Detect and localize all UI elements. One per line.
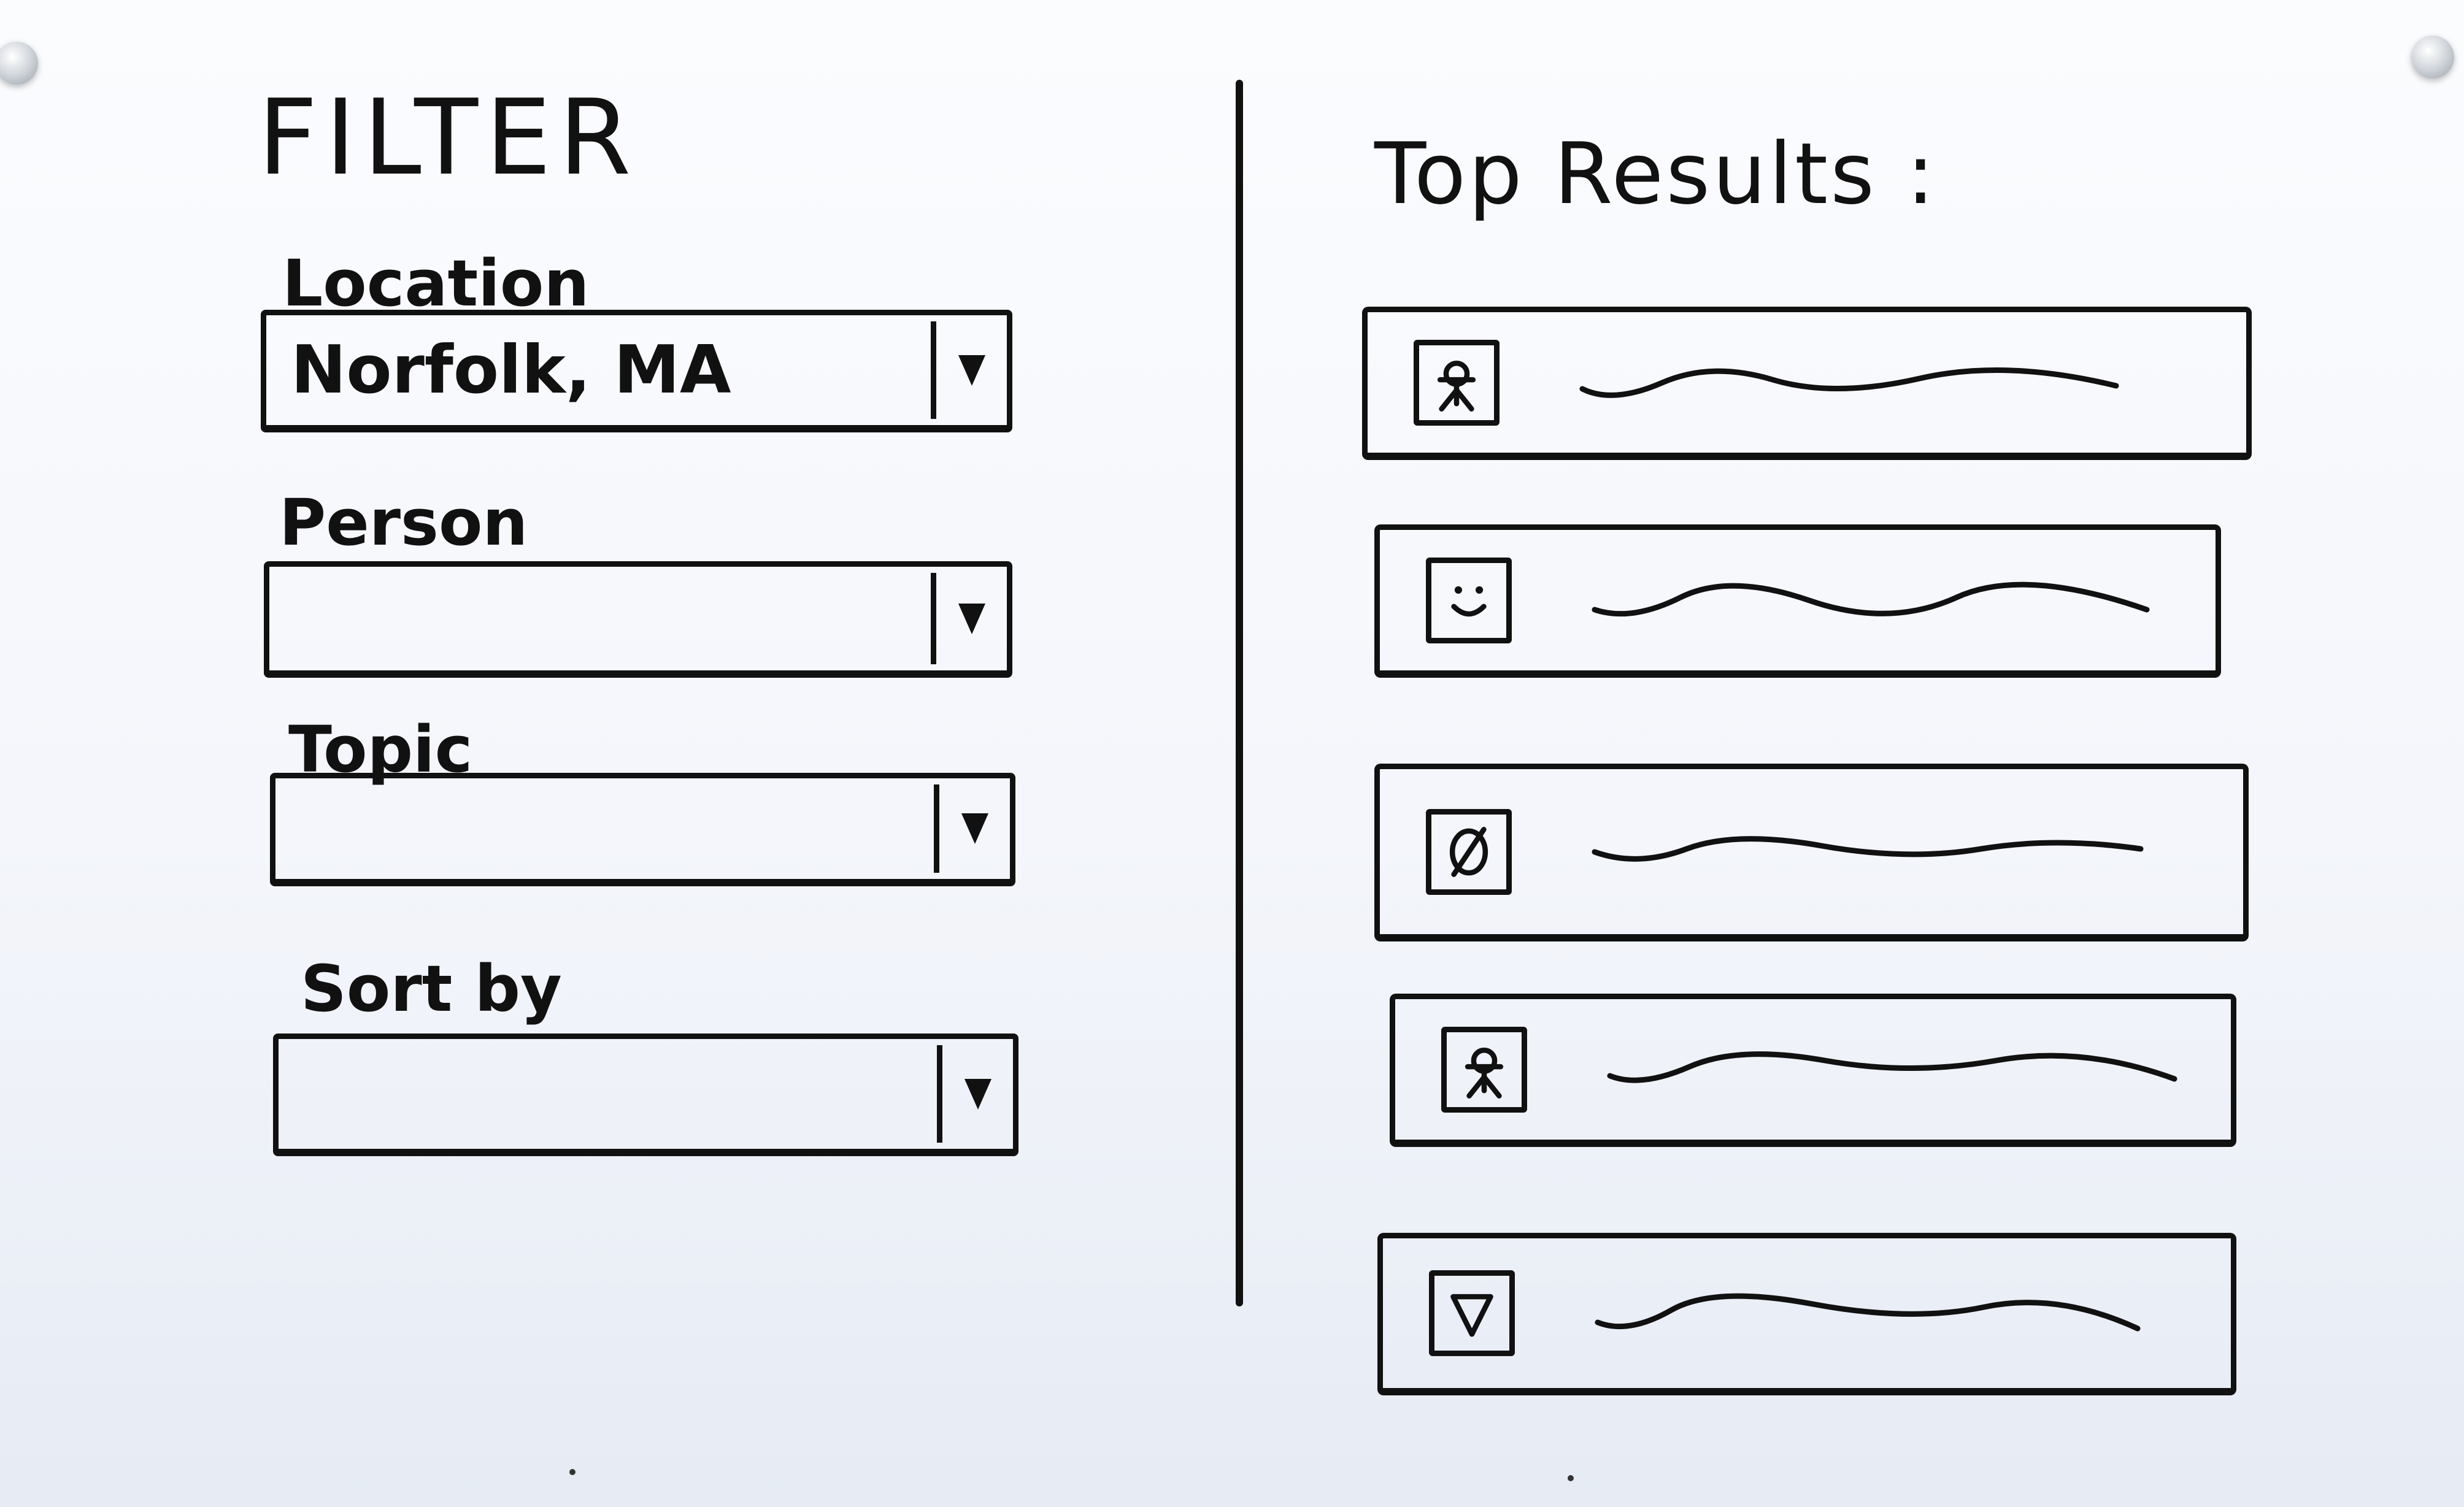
dropdown-divider — [934, 784, 939, 873]
down-triangle-icon — [1450, 1294, 1493, 1337]
result-text-placeholder — [1595, 1293, 2141, 1332]
result-text-placeholder — [1607, 1051, 2177, 1083]
result-card[interactable] — [1374, 764, 2249, 941]
topic-label: Topic — [288, 712, 473, 787]
chevron-down-icon[interactable] — [958, 355, 985, 386]
pushpin-right — [2411, 36, 2454, 79]
smiley-face-icon — [1451, 586, 1487, 616]
result-card[interactable] — [1377, 1233, 2236, 1395]
location-label: Location — [282, 246, 590, 321]
chevron-down-icon[interactable] — [958, 603, 985, 634]
paper-sketch-background: FILTER Location Norfolk, MA Person Topic… — [0, 0, 2464, 1507]
person-dropdown[interactable] — [264, 561, 1012, 678]
result-card[interactable] — [1374, 524, 2221, 678]
result-thumbnail — [1426, 557, 1512, 643]
result-thumbnail — [1414, 339, 1500, 426]
result-text-placeholder — [1579, 367, 2119, 398]
result-thumbnail — [1426, 808, 1512, 895]
location-value: Norfolk, MA — [291, 331, 731, 408]
chevron-down-icon[interactable] — [961, 813, 988, 844]
location-dropdown[interactable]: Norfolk, MA — [261, 310, 1012, 432]
result-thumbnail — [1429, 1270, 1515, 1356]
result-text-placeholder — [1592, 835, 2144, 862]
pushpin-left — [0, 42, 38, 85]
panel-divider — [1236, 80, 1243, 1306]
paper-hole — [1568, 1475, 1574, 1481]
person-label: Person — [279, 485, 528, 560]
topic-dropdown[interactable] — [270, 773, 1015, 886]
results-title: Top Results : — [1374, 125, 1938, 223]
empty-set-icon — [1449, 826, 1488, 877]
result-card[interactable] — [1390, 994, 2236, 1147]
sort-by-dropdown[interactable] — [273, 1033, 1018, 1156]
result-text-placeholder — [1592, 581, 2150, 616]
chevron-down-icon[interactable] — [964, 1078, 991, 1110]
paper-hole — [569, 1469, 576, 1475]
dropdown-divider — [931, 321, 936, 419]
sort-by-label: Sort by — [301, 951, 562, 1026]
person-icon — [1437, 360, 1476, 412]
person-icon — [1465, 1047, 1504, 1099]
dropdown-divider — [931, 573, 936, 664]
dropdown-divider — [937, 1045, 942, 1143]
result-thumbnail — [1441, 1026, 1527, 1113]
result-card[interactable] — [1362, 307, 2252, 460]
filter-title: FILTER — [258, 77, 639, 199]
